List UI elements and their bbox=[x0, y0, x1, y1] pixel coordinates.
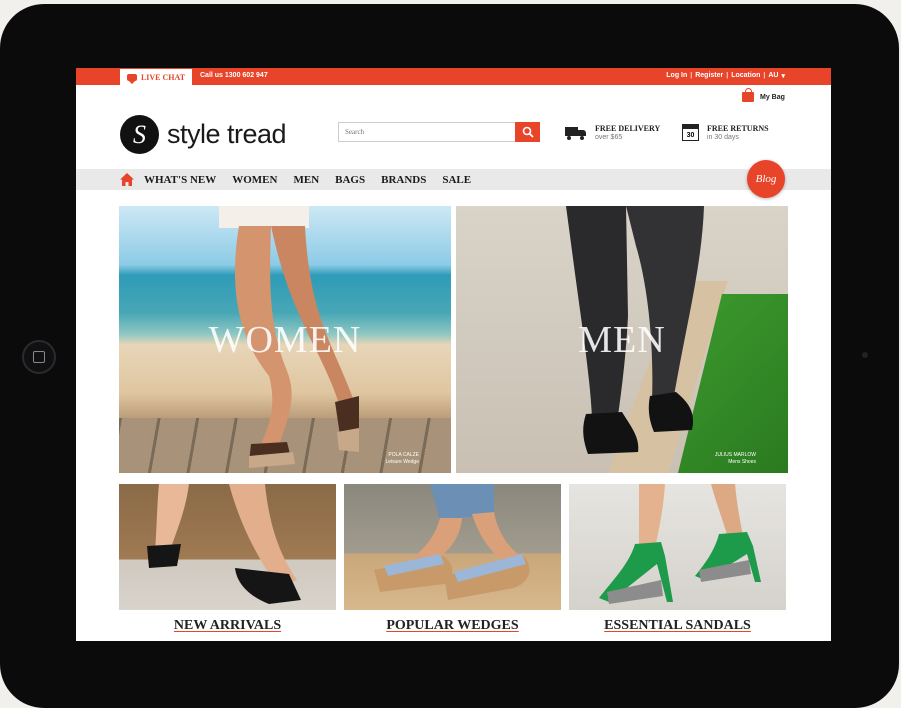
men-hero-title: MEN bbox=[578, 319, 666, 361]
women-hero-title: WOMEN bbox=[208, 319, 362, 361]
new-arrivals-image[interactable] bbox=[119, 484, 336, 610]
logo-text: style tread bbox=[167, 119, 287, 149]
location-selector[interactable]: AU bbox=[768, 72, 778, 80]
essential-sandals-image[interactable] bbox=[569, 484, 786, 610]
tablet-camera bbox=[862, 352, 868, 358]
women-hero-credit: POLA CALZE Leisure Wedge bbox=[385, 452, 419, 465]
location-link[interactable]: Location bbox=[731, 72, 760, 80]
free-returns-info: 30 FREE RETURNS in 30 days bbox=[682, 124, 769, 141]
chevron-down-icon[interactable]: ▾ bbox=[781, 72, 785, 80]
nav-item-men[interactable]: MEN bbox=[293, 174, 319, 186]
free-returns-subtitle: in 30 days bbox=[707, 134, 739, 141]
popular-wedges-image[interactable] bbox=[344, 484, 561, 610]
shopping-bag-icon bbox=[742, 88, 754, 102]
essential-sandals-link[interactable]: ESSENTIAL SANDALS bbox=[569, 618, 786, 634]
chat-icon bbox=[126, 73, 137, 84]
website-screen: LIVE CHAT Call us 1300 602 947 Log In | … bbox=[76, 68, 831, 641]
search-input[interactable] bbox=[338, 122, 515, 142]
free-returns-title: FREE RETURNS bbox=[707, 124, 769, 133]
login-link[interactable]: Log In bbox=[666, 72, 687, 80]
men-credit-brand: JULIUS MARLOW bbox=[714, 452, 756, 458]
nav-item-sale[interactable]: SALE bbox=[442, 174, 471, 186]
women-hero-banner[interactable]: WOMEN POLA CALZE Leisure Wedge bbox=[119, 206, 451, 473]
site-logo[interactable]: S style tread bbox=[120, 115, 287, 154]
free-delivery-subtitle: over $65 bbox=[595, 134, 623, 141]
men-hero-credit: JULIUS MARLOW Mens Shoes bbox=[715, 452, 756, 465]
nav-menu: WHAT'S NEW WOMEN MEN BAGS BRANDS SALE bbox=[144, 169, 471, 190]
green-sandals-image bbox=[599, 484, 761, 604]
live-chat-button[interactable]: LIVE CHAT bbox=[120, 69, 192, 85]
search-button[interactable] bbox=[515, 122, 540, 142]
popular-wedges-link[interactable]: POPULAR WEDGES bbox=[344, 618, 561, 634]
my-bag-link[interactable]: My Bag bbox=[742, 88, 785, 102]
logo-mark: S bbox=[120, 115, 159, 154]
free-delivery-title: FREE DELIVERY bbox=[595, 124, 661, 133]
nav-item-bags[interactable]: BAGS bbox=[335, 174, 365, 186]
top-bar: LIVE CHAT Call us 1300 602 947 Log In | … bbox=[76, 68, 831, 85]
nav-item-whats-new[interactable]: WHAT'S NEW bbox=[144, 174, 216, 186]
search-icon bbox=[522, 126, 534, 138]
calendar-icon: 30 bbox=[682, 124, 699, 141]
black-heels-image bbox=[147, 484, 301, 604]
live-chat-label: LIVE CHAT bbox=[140, 72, 186, 82]
tablet-home-button[interactable] bbox=[22, 340, 56, 374]
blue-wedges-image bbox=[374, 484, 530, 600]
my-bag-label: My Bag bbox=[760, 93, 785, 101]
new-arrivals-link[interactable]: NEW ARRIVALS bbox=[119, 618, 336, 634]
main-nav: WHAT'S NEW WOMEN MEN BAGS BRANDS SALE bbox=[76, 169, 831, 190]
blog-button[interactable]: Blog bbox=[747, 160, 785, 198]
home-icon[interactable] bbox=[120, 173, 134, 186]
nav-item-brands[interactable]: BRANDS bbox=[381, 174, 426, 186]
men-credit-product: Mens Shoes bbox=[728, 458, 756, 465]
truck-icon bbox=[565, 126, 587, 140]
nav-item-women[interactable]: WOMEN bbox=[232, 174, 277, 186]
men-hero-banner[interactable]: MEN JULIUS MARLOW Mens Shoes bbox=[456, 206, 788, 473]
account-links: Log In | Register | Location | AU ▾ bbox=[666, 72, 785, 80]
free-delivery-info: FREE DELIVERY over $65 bbox=[565, 124, 660, 141]
register-link[interactable]: Register bbox=[695, 72, 723, 80]
phone-number: Call us 1300 602 947 bbox=[200, 72, 268, 79]
women-credit-brand: POLA CALZE bbox=[388, 452, 419, 458]
search-bar bbox=[338, 122, 540, 142]
women-credit-product: Leisure Wedge bbox=[385, 458, 419, 465]
